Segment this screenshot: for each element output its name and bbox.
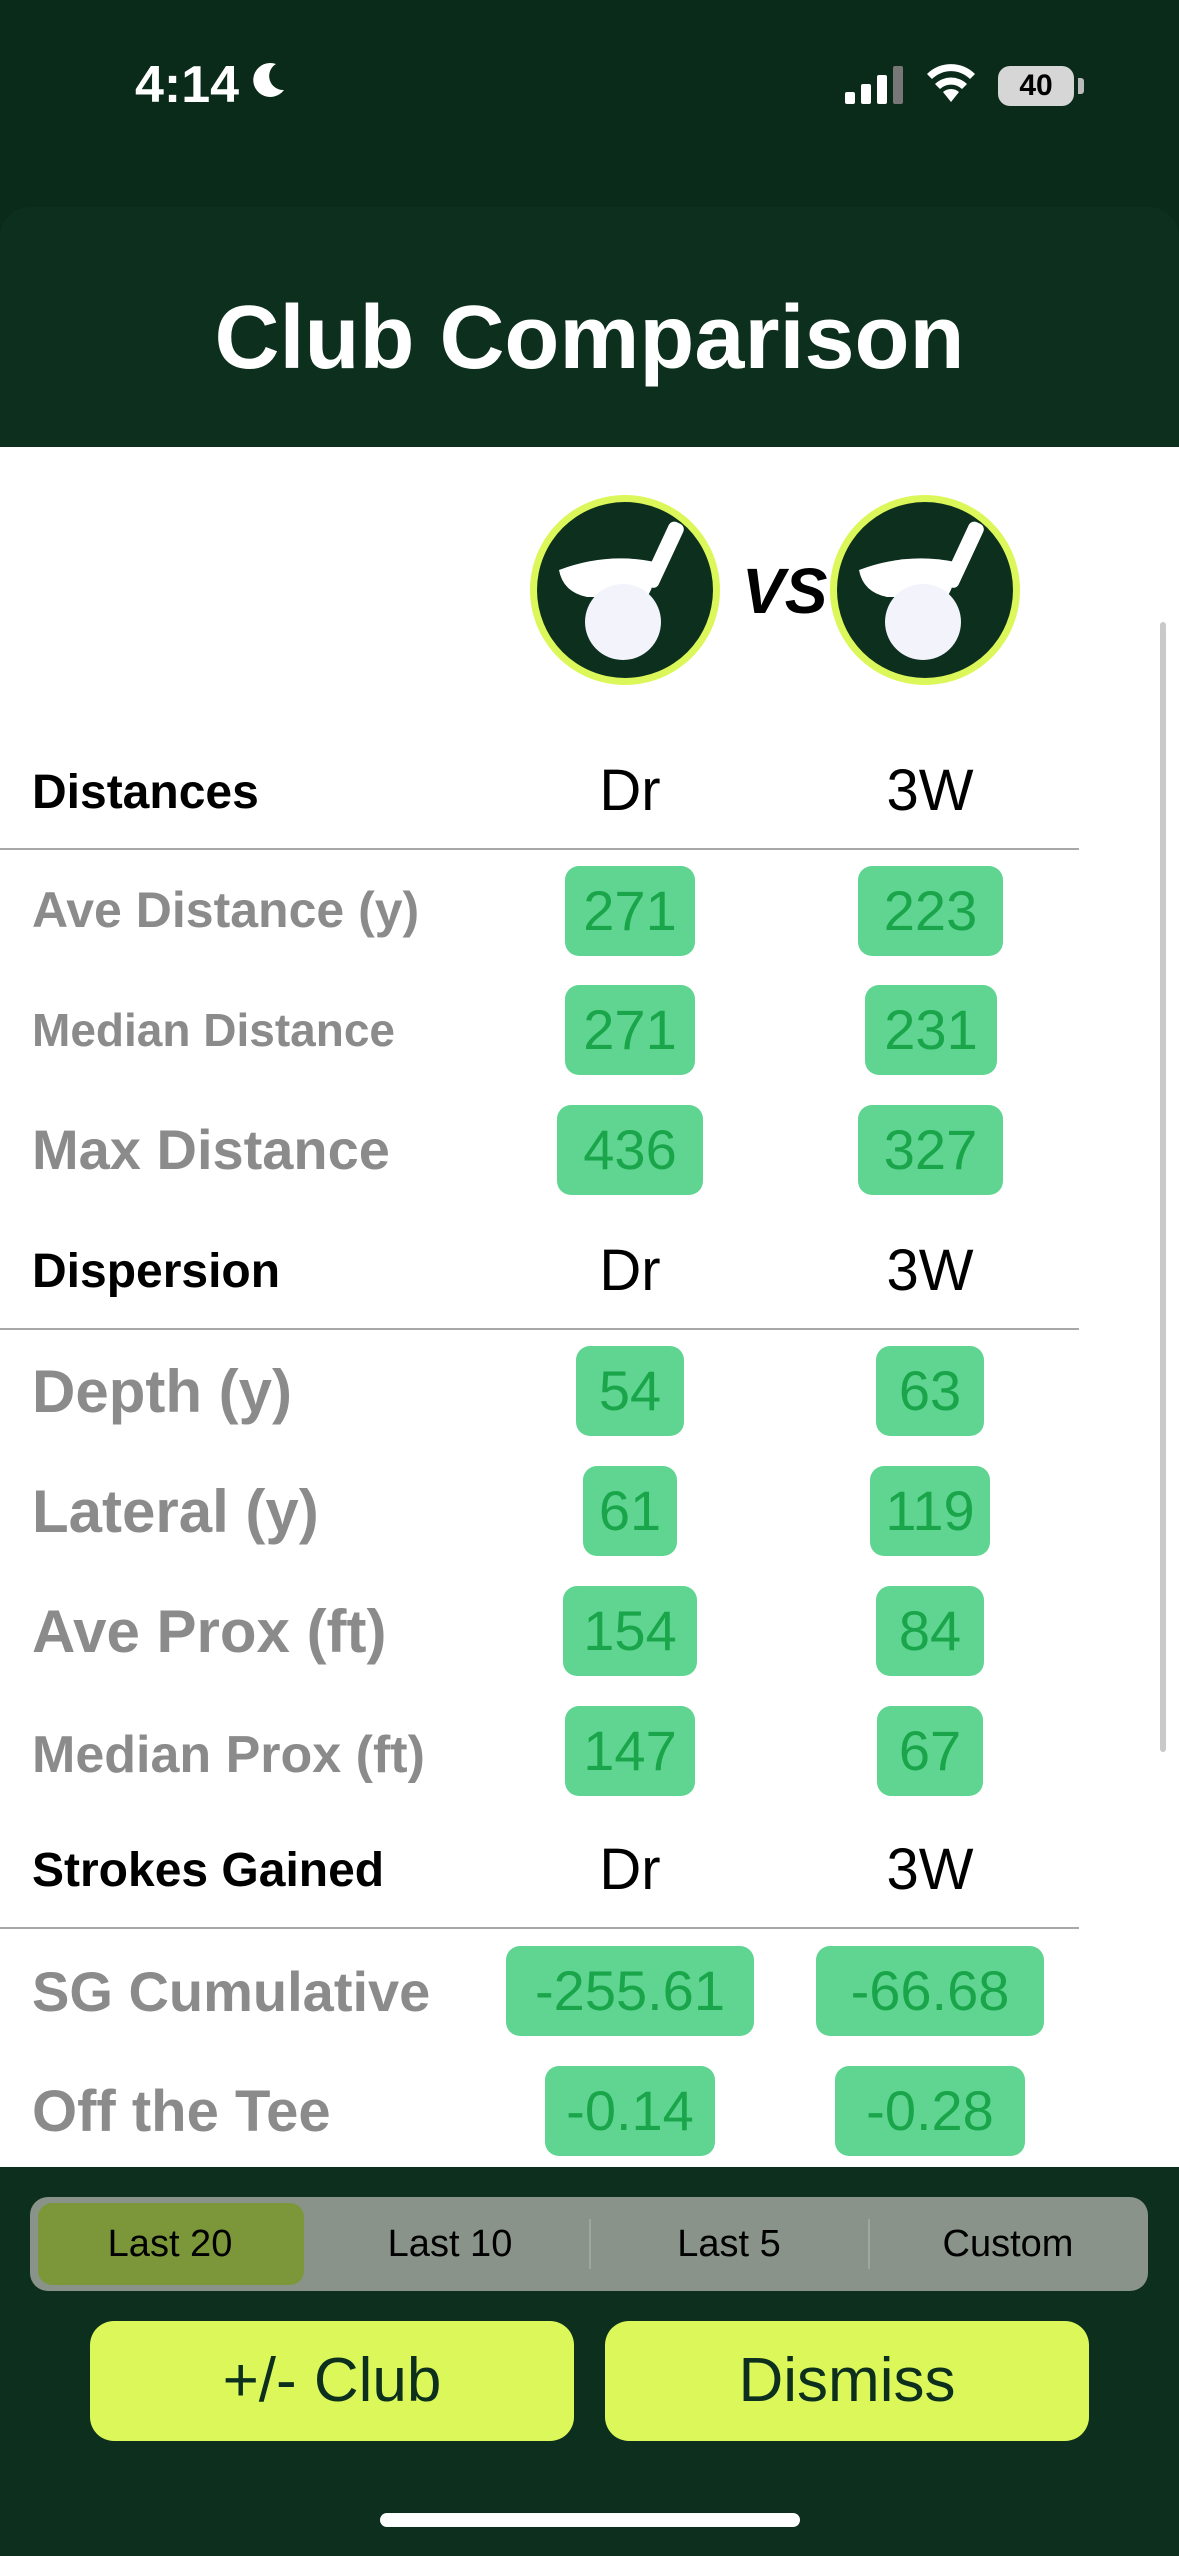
page-title: Club Comparison: [214, 288, 965, 388]
scrollbar[interactable]: [1160, 622, 1166, 1752]
row-label-sg-cumulative: SG Cumulative: [32, 1960, 431, 2023]
value-badge: -66.68: [816, 1946, 1044, 2036]
value-badge: 84: [876, 1586, 984, 1676]
value-badge: 67: [877, 1706, 983, 1796]
row-label-max-distance: Max Distance: [32, 1118, 390, 1181]
status-bar: 4:14 40: [0, 0, 1179, 200]
three-wood-club-icon: [830, 495, 1020, 685]
home-indicator[interactable]: [380, 2513, 800, 2527]
value-badge: 231: [865, 985, 997, 1075]
value-badge: -255.61: [506, 1946, 754, 2036]
section-divider: [0, 1927, 1079, 1929]
modal-header: Club Comparison: [0, 207, 1179, 447]
section-divider: [0, 1328, 1079, 1330]
value-badge: 327: [858, 1105, 1003, 1195]
column-header-club-1: Dr: [599, 1837, 661, 1902]
battery-icon: 40: [998, 66, 1074, 106]
status-time: 4:14: [135, 56, 240, 114]
value-badge: 54: [576, 1346, 684, 1436]
value-badge: 63: [876, 1346, 984, 1436]
wifi-icon: [927, 64, 975, 102]
value-badge: 271: [565, 866, 695, 956]
column-header-club-1: Dr: [599, 1238, 661, 1303]
value-badge: 223: [858, 866, 1003, 956]
row-label-depth: Depth (y): [32, 1358, 292, 1425]
moon-icon: [253, 62, 284, 97]
section-title-strokes-gained: Strokes Gained: [32, 1844, 385, 1897]
vs-label: VS: [742, 555, 828, 627]
value-badge: 154: [563, 1586, 697, 1676]
section-title-distances: Distances: [32, 766, 259, 819]
row-label-lateral: Lateral (y): [32, 1478, 319, 1545]
add-remove-club-button[interactable]: +/- Club: [90, 2321, 574, 2441]
dismiss-button[interactable]: Dismiss: [605, 2321, 1089, 2441]
comparison-content[interactable]: VS Distances Dr 3W Ave Distance (y) 271 …: [0, 447, 1179, 2167]
segment-last-10[interactable]: Last 10: [310, 2197, 590, 2291]
column-header-club-2: 3W: [886, 1837, 974, 1902]
row-label-ave-distance: Ave Distance (y): [32, 882, 420, 938]
value-badge: -0.28: [835, 2066, 1025, 2156]
row-label-median-distance: Median Distance: [32, 1004, 395, 1056]
value-badge: 61: [583, 1466, 677, 1556]
section-divider: [0, 848, 1079, 850]
column-header-club-1: Dr: [599, 758, 661, 823]
segment-last-20[interactable]: Last 20: [30, 2197, 310, 2291]
value-badge: 436: [557, 1105, 703, 1195]
segment-last-5[interactable]: Last 5: [589, 2197, 869, 2291]
driver-club-icon: [530, 495, 720, 685]
segment-custom[interactable]: Custom: [868, 2197, 1148, 2291]
column-header-club-2: 3W: [886, 758, 974, 823]
signal-icon: [845, 66, 903, 104]
value-badge: -0.14: [545, 2066, 715, 2156]
battery-tip: [1078, 78, 1084, 94]
value-badge: 119: [870, 1466, 990, 1556]
row-label-off-the-tee: Off the Tee: [32, 2079, 331, 2144]
row-label-ave-prox: Ave Prox (ft): [32, 1598, 387, 1665]
column-header-club-2: 3W: [886, 1238, 974, 1303]
value-badge: 147: [565, 1706, 695, 1796]
value-badge: 271: [565, 985, 695, 1075]
range-segmented-control: Last 20 Last 10 Last 5 Custom: [30, 2197, 1148, 2291]
footer-bar: Last 20 Last 10 Last 5 Custom +/- Club D…: [0, 2167, 1179, 2556]
section-title-dispersion: Dispersion: [32, 1245, 281, 1298]
row-label-median-prox: Median Prox (ft): [32, 1726, 425, 1784]
